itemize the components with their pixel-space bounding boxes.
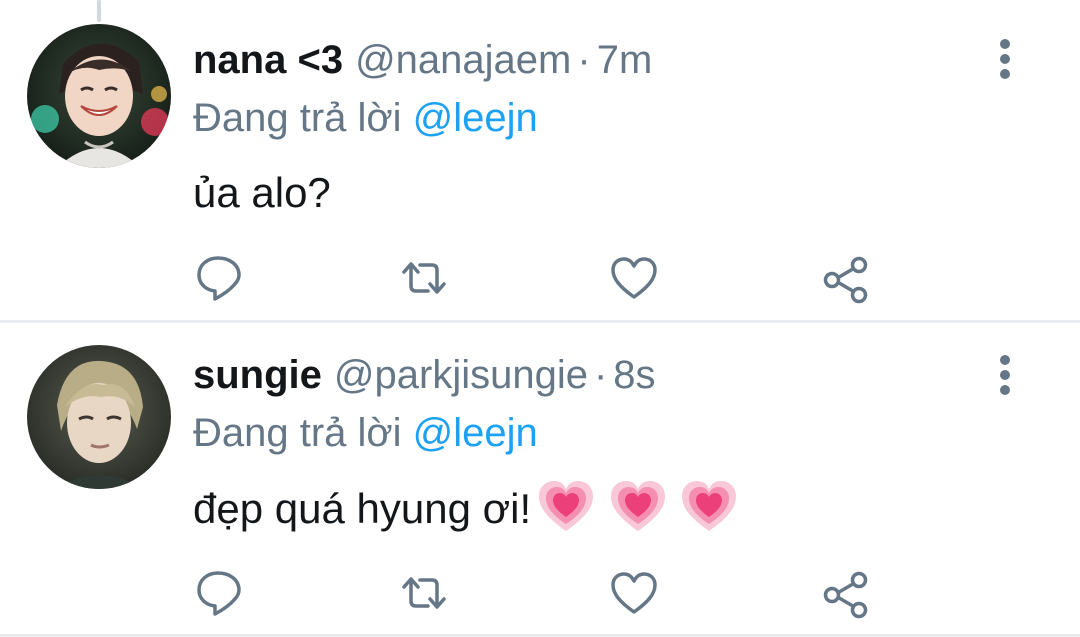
display-name[interactable]: sungie <box>193 353 322 397</box>
retweet-button[interactable] <box>396 565 452 621</box>
like-button[interactable] <box>606 250 662 306</box>
tweet[interactable]: sungie @parkjisungie · 8s Đang trả lời @lee… <box>0 323 1080 637</box>
growing-heart-icon <box>610 481 665 531</box>
like-icon <box>611 257 657 299</box>
timestamp[interactable]: 7m <box>597 38 653 82</box>
reply-mention-link[interactable]: @leejn <box>413 96 538 140</box>
tweet-text: ủa alo? <box>193 169 331 216</box>
display-name[interactable]: nana <3 <box>193 38 343 82</box>
reply-button[interactable] <box>190 250 246 306</box>
tweet-text-container: đẹp quá hyung ơi! <box>193 479 740 546</box>
avatar[interactable] <box>27 24 171 168</box>
more-options-button[interactable] <box>990 350 1020 400</box>
separator-dot: · <box>577 38 591 82</box>
reply-button[interactable] <box>190 565 246 621</box>
tweet-header: sungie @parkjisungie · 8s <box>193 347 656 403</box>
timestamp[interactable]: 8s <box>613 353 655 397</box>
retweet-button[interactable] <box>396 250 452 306</box>
share-button[interactable] <box>818 565 874 621</box>
reply-mention-link[interactable]: @leejn <box>413 411 538 455</box>
user-handle[interactable]: @parkjisungie <box>334 353 588 397</box>
share-icon <box>823 571 868 619</box>
reply-prefix: Đang trả lời <box>193 96 402 140</box>
more-options-icon <box>1000 355 1010 395</box>
growing-heart-icon <box>539 481 594 531</box>
separator-dot: · <box>593 353 608 397</box>
tweet-actions <box>190 250 890 306</box>
share-button[interactable] <box>818 250 874 306</box>
heart-emoji-group <box>537 479 740 546</box>
tweet-actions <box>190 565 890 621</box>
share-icon <box>823 256 868 304</box>
more-options-button[interactable] <box>990 34 1020 84</box>
more-options-icon <box>1000 39 1010 79</box>
avatar[interactable] <box>27 345 171 489</box>
growing-heart-icon <box>682 481 737 531</box>
reply-icon <box>197 256 241 301</box>
tweet-text: đẹp quá hyung ơi! <box>193 485 532 532</box>
reply-icon <box>197 571 241 616</box>
retweet-icon <box>402 577 446 609</box>
reply-prefix: Đang trả lời <box>193 411 402 455</box>
user-handle[interactable]: @nanajaem <box>355 38 571 82</box>
like-icon <box>611 572 657 614</box>
reply-context: Đang trả lời @leejn <box>193 92 538 144</box>
tweet[interactable]: nana <3 @nanajaem · 7m Đang trả lời @leejn … <box>0 0 1080 320</box>
like-button[interactable] <box>606 565 662 621</box>
reply-context: Đang trả lời @leejn <box>193 407 538 459</box>
tweet-header: nana <3 @nanajaem · 7m <box>193 32 652 88</box>
retweet-icon <box>402 262 446 294</box>
